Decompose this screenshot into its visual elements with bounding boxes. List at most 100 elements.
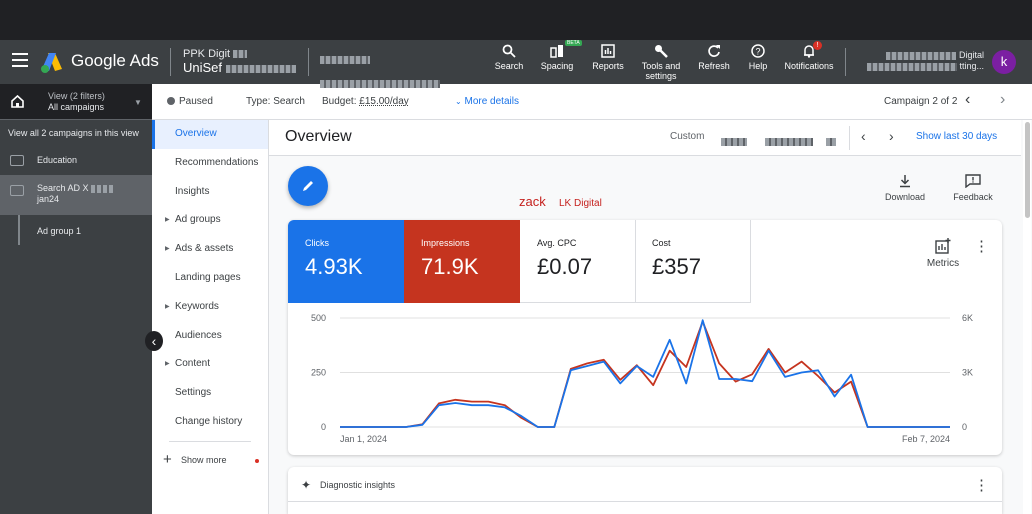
menu-overview[interactable]: Overview [152,120,268,149]
feedback-icon [965,174,981,188]
metric-value: £357 [652,254,701,279]
menu-ads-assets[interactable]: ▶ Ads & assets [152,235,268,264]
previous-period-button[interactable]: ‹ [861,128,866,144]
view-scope-label: All campaigns [48,102,105,112]
refresh-tool[interactable]: Refresh [696,44,732,71]
date-range-value[interactable] [721,133,837,151]
header-divider [170,48,171,76]
more-details-link[interactable]: ⌄ More details [455,96,519,107]
metrics-button[interactable]: Metrics [920,238,966,269]
menu-change-history[interactable]: Change history [152,408,268,437]
menu-recommendations[interactable]: Recommendations [152,149,268,178]
x-tick-label-start: Jan 1, 2024 [340,434,387,444]
date-range-type[interactable]: Custom [670,131,704,142]
page-menu: Overview Recommendations Insights ▶ Ad gr… [152,120,269,514]
notifications-label: Notifications [784,61,834,71]
metric-value: 71.9K [421,254,479,279]
y-tick-label-right: 6K [962,313,973,323]
budget[interactable]: Budget: £15.00/day [322,96,409,107]
metric-label: Cost [652,238,671,248]
right-account-name: Digital [958,50,984,60]
previous-campaign-button[interactable]: ‹ [965,91,970,109]
menu-ad-groups[interactable]: ▶ Ad groups [152,206,268,235]
y-tick-label-right: 0 [962,422,967,432]
main-content: Overview Custom ‹ › Show last 30 days za… [269,120,1032,514]
help-icon: ? [751,44,765,58]
page-title: Overview [285,128,352,145]
diagnostic-insights-card[interactable]: ✦ Diagnostic insights ⋮ [288,467,1002,514]
download-button[interactable]: Download [882,174,928,202]
status: Paused [167,96,213,107]
metric-tile-cost[interactable]: Cost £357 [635,220,751,303]
next-period-button[interactable]: › [889,128,894,144]
pencil-icon [303,181,313,191]
expand-icon: ▶ [165,361,170,368]
search-tool[interactable]: Search [494,44,524,71]
show-more-button[interactable]: + Show more [152,446,268,474]
menu-keywords[interactable]: ▶ Keywords [152,293,268,322]
chevron-down-icon[interactable]: ▼ [134,98,142,107]
reports-tool[interactable]: Reports [590,44,626,71]
notification-badge: ! [813,41,822,50]
page-header: Overview Custom ‹ › Show last 30 days [269,120,1021,156]
home-icon[interactable] [11,95,24,108]
collapse-nav-button[interactable]: ‹ [145,331,163,351]
campaign-navigator: View (2 filters) All campaigns ▼ View al… [0,84,152,514]
google-ads-logo[interactable] [40,51,64,73]
reports-label: Reports [592,61,624,71]
help-tool[interactable]: ? Help [745,44,771,71]
card-divider [288,501,1002,502]
avatar[interactable]: k [992,50,1016,74]
ad-group-item[interactable]: Ad group 1 [0,215,152,245]
metric-tile-clicks[interactable]: Clicks 4.93K [288,220,404,303]
ad-group-label: Ad group 1 [37,226,82,236]
metric-tile-avg-cpc[interactable]: Avg. CPC £0.07 [520,220,636,303]
metric-tile-impressions[interactable]: Impressions 71.9K [404,220,520,303]
all-campaigns-link[interactable]: View all 2 campaigns in this view [0,120,152,147]
next-campaign-button[interactable]: › [1000,91,1005,109]
menu-insights[interactable]: Insights [152,178,268,207]
campaign-type: Type: Search [246,96,305,107]
campaign-item-search-ad[interactable]: Search AD X jan24 [0,175,152,215]
header-divider [308,48,309,76]
spacing-tool[interactable]: Spacing [538,44,576,71]
menu-landing-pages[interactable]: Landing pages [152,264,268,293]
account-switcher[interactable]: PPK Digit UniSef [183,48,296,74]
header-divider [849,126,850,150]
annotation-name: zack [519,194,546,209]
app-name: Google Ads [71,51,159,70]
campaign-item-education[interactable]: Education [0,147,152,175]
campaign-type-icon [10,155,24,166]
edit-button[interactable] [288,166,328,206]
expand-icon: ▶ [165,217,170,224]
tools-settings[interactable]: Tools and settings [638,44,684,81]
metrics-label: Metrics [926,258,960,269]
svg-text:?: ? [755,47,760,57]
expand-icon: ▶ [165,246,170,253]
more-options-icon[interactable]: ⋮ [974,239,989,254]
app-header: Google Ads PPK Digit UniSef Search Spaci… [0,40,1032,88]
more-options-icon[interactable]: ⋮ [974,478,989,493]
x-tick-label-end: Feb 7, 2024 [902,434,950,444]
header-divider [845,48,846,76]
y-tick-label-left: 250 [311,368,326,378]
search-icon [502,44,516,58]
notifications-tool[interactable]: Notifications [781,44,837,71]
view-selector[interactable]: View (2 filters) All campaigns ▼ [0,84,152,120]
beta-badge: BETA [565,40,582,46]
show-last-30-days-button[interactable]: Show last 30 days [916,131,997,142]
feedback-button[interactable]: Feedback [950,174,996,202]
metric-label: Avg. CPC [537,238,577,248]
scrollbar-thumb[interactable] [1025,122,1030,218]
menu-audiences[interactable]: Audiences [152,322,268,351]
y-tick-label-left: 0 [321,422,326,432]
help-label: Help [748,61,768,71]
menu-settings[interactable]: Settings [152,379,268,408]
expand-icon: ▶ [165,303,170,310]
menu-icon[interactable] [12,53,28,69]
metric-value: £0.07 [537,254,593,279]
new-indicator-dot [255,458,259,463]
feedback-label: Feedback [953,192,993,202]
user-account-info[interactable]: Digital tting... [858,50,984,72]
menu-content[interactable]: ▶ Content [152,350,268,379]
